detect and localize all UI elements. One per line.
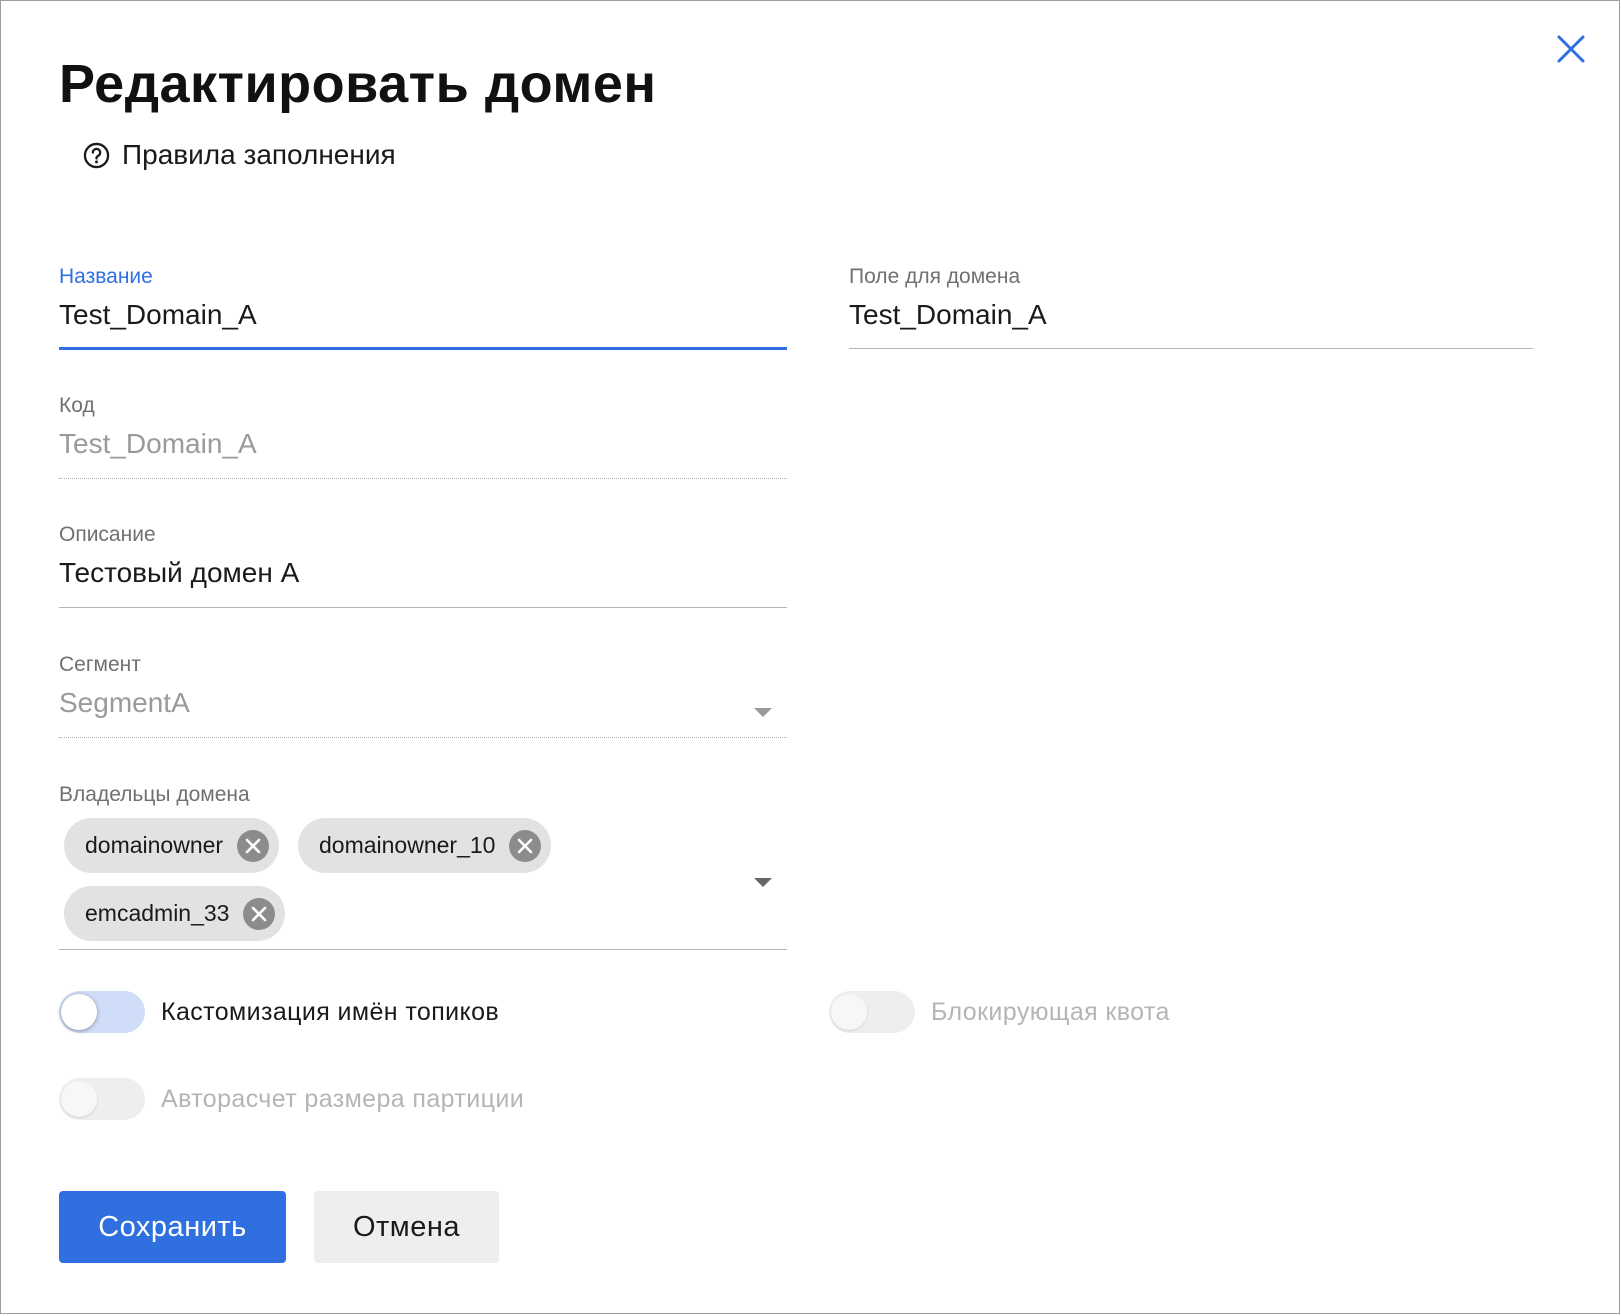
- owner-chip: emcadmin_33: [64, 886, 286, 941]
- name-input[interactable]: Test_Domain_A: [59, 299, 257, 331]
- chevron-down-icon[interactable]: [754, 878, 772, 887]
- description-input[interactable]: Тестовый домен A: [59, 557, 299, 589]
- description-underline: [59, 607, 787, 608]
- domain-owners-label: Владельцы домена: [59, 783, 250, 806]
- remove-circle-icon[interactable]: [509, 829, 542, 862]
- domain-owners-select[interactable]: Владельцы домена domainowner domainowner…: [59, 783, 787, 951]
- partition-autocalc-toggle-label: Авторасчет размера партиции: [161, 1084, 525, 1113]
- topic-names-toggle-label: Кастомизация имён топиков: [161, 997, 500, 1026]
- domain-field-underline: [849, 348, 1533, 349]
- dialog-title: Редактировать домен: [59, 54, 657, 114]
- name-underline: [59, 347, 787, 350]
- partition-autocalc-toggle-row: Авторасчет размера партиции: [59, 1078, 524, 1120]
- help-circle-icon: [83, 142, 110, 169]
- owner-chip-label: emcadmin_33: [85, 900, 230, 926]
- description-label: Описание: [59, 523, 156, 546]
- code-field: Код Test_Domain_A: [59, 394, 787, 480]
- fill-rules-label: Правила заполнения: [122, 139, 396, 170]
- segment-value: SegmentA: [59, 687, 190, 718]
- description-field[interactable]: Описание Тестовый домен A: [59, 523, 787, 609]
- cancel-button[interactable]: Отмена: [314, 1191, 499, 1263]
- save-button[interactable]: Сохранить: [59, 1191, 286, 1263]
- owner-chip-label: domainowner_10: [319, 832, 496, 858]
- close-icon: [1557, 35, 1585, 63]
- segment-underline: [59, 737, 787, 738]
- chevron-down-icon: [754, 708, 772, 717]
- name-label: Название: [59, 265, 153, 288]
- blocking-quota-toggle: [829, 991, 915, 1033]
- domain-owners-underline: [59, 949, 787, 950]
- partition-autocalc-toggle: [59, 1078, 145, 1120]
- domain-field[interactable]: Поле для домена Test_Domain_A: [849, 265, 1533, 351]
- remove-circle-icon[interactable]: [243, 897, 276, 930]
- blocking-quota-toggle-row: Блокирующая квота: [829, 991, 1170, 1033]
- remove-circle-icon[interactable]: [237, 829, 270, 862]
- owner-chip: domainowner_10: [298, 818, 552, 873]
- code-label: Код: [59, 394, 95, 417]
- name-field[interactable]: Название Test_Domain_A: [59, 265, 787, 351]
- owner-chip-label: domainowner: [85, 832, 224, 858]
- code-input: Test_Domain_A: [59, 428, 257, 459]
- edit-domain-dialog: Редактировать домен Правила заполнения Н…: [0, 0, 1620, 1314]
- domain-field-input[interactable]: Test_Domain_A: [849, 299, 1047, 331]
- topic-names-toggle-row: Кастомизация имён топиков: [59, 991, 499, 1033]
- close-button[interactable]: [1551, 29, 1591, 69]
- segment-label: Сегмент: [59, 653, 141, 676]
- domain-field-label: Поле для домена: [849, 265, 1021, 288]
- topic-names-toggle[interactable]: [59, 991, 145, 1033]
- fill-rules-link[interactable]: Правила заполнения: [83, 139, 396, 171]
- owner-chip: domainowner: [64, 818, 280, 873]
- segment-select: Сегмент SegmentA: [59, 653, 787, 739]
- code-underline: [59, 478, 787, 479]
- blocking-quota-toggle-label: Блокирующая квота: [931, 997, 1170, 1026]
